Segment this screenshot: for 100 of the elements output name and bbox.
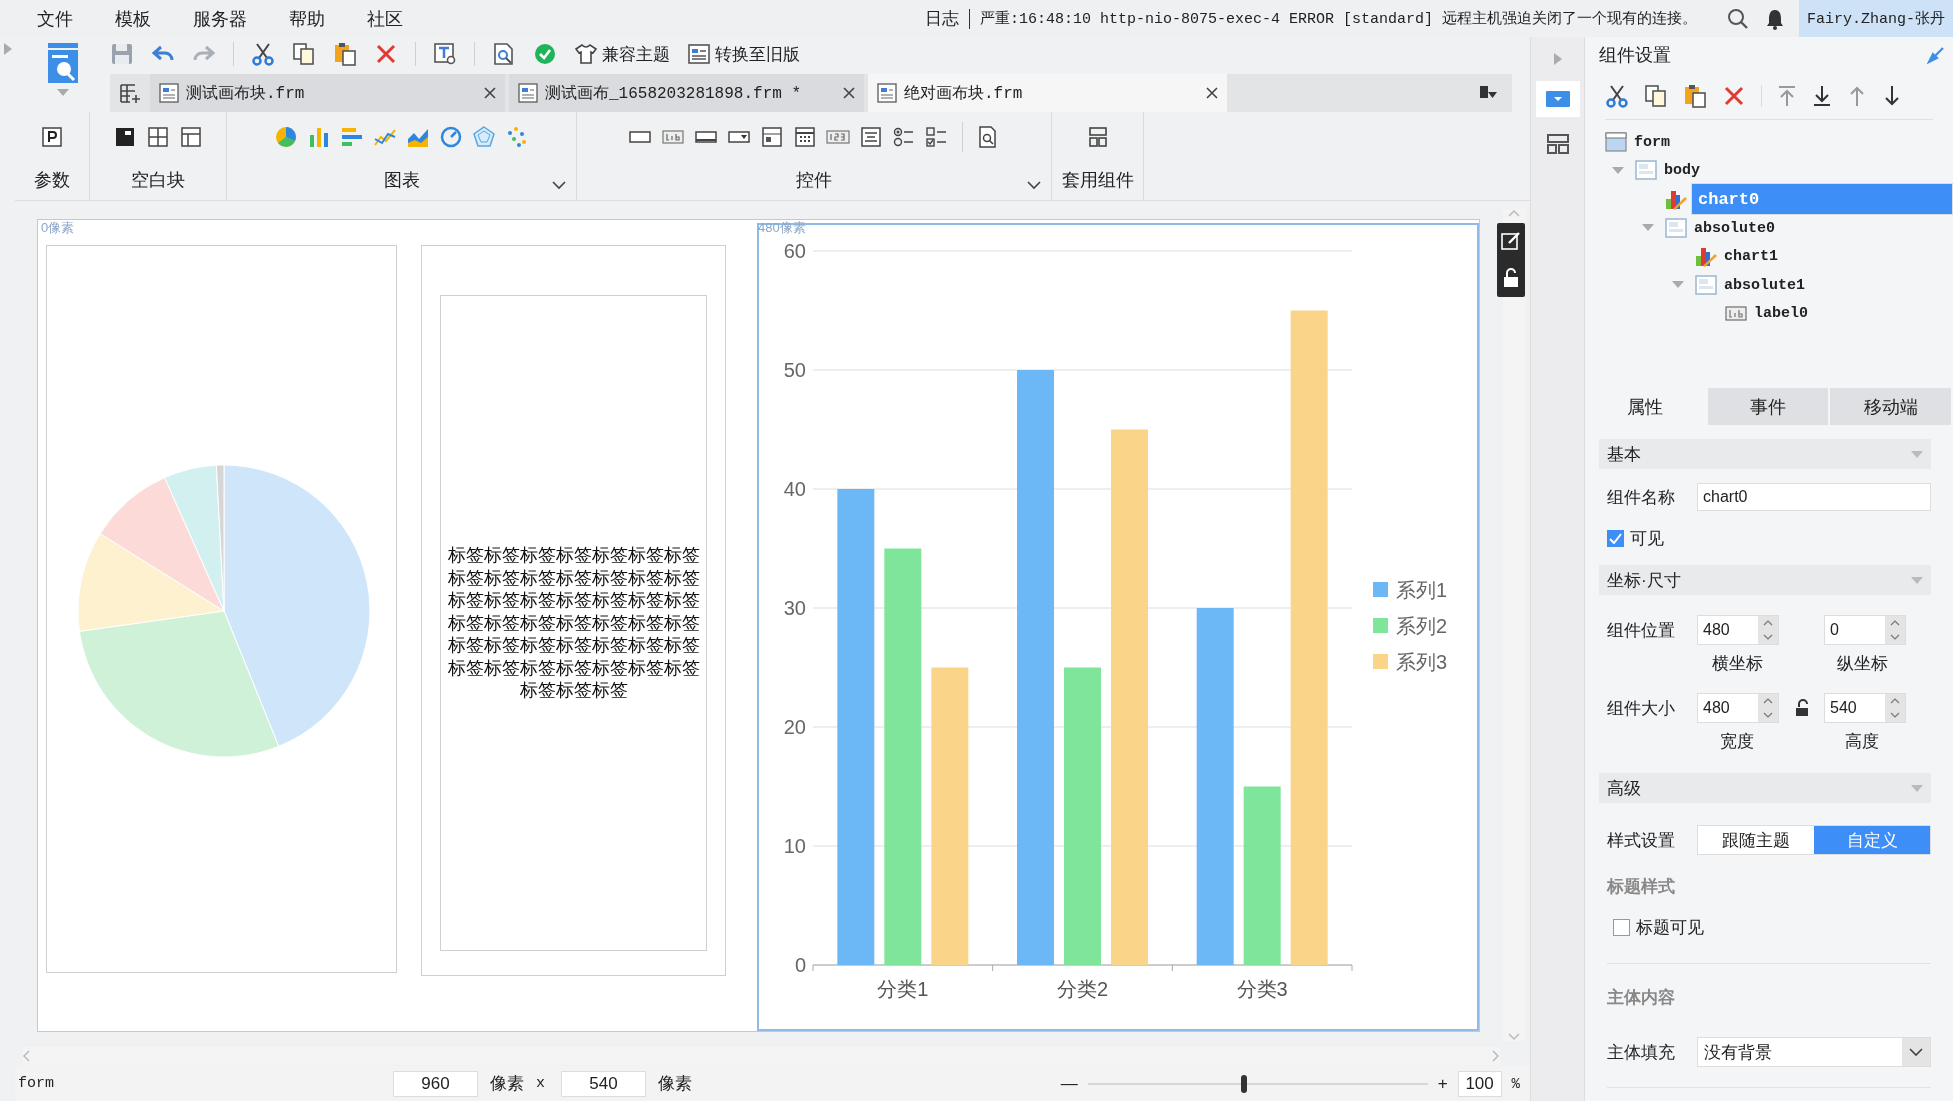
close-icon[interactable]: [483, 86, 497, 100]
label-frame[interactable]: 标签标签标签标签标签标签标签标签标签标签标签标签标签标签标签标签标签标签标签标签标签标签标签标签标签标签标签标签标签标签标签标签标签标签标签标签标签标签标签标签标签标签标签标签标签: [440, 294, 707, 951]
zoom-in-button[interactable]: +: [1437, 1073, 1448, 1094]
collapse-arrow-icon[interactable]: [1612, 166, 1624, 175]
checkbox-group-icon[interactable]: [925, 125, 949, 149]
log-button[interactable]: 日志: [924, 7, 959, 30]
expand-arrow-icon[interactable]: [1553, 53, 1562, 65]
spin-down-icon[interactable]: [1763, 634, 1773, 640]
new-tab-icon[interactable]: [119, 82, 141, 104]
x-field[interactable]: 480: [1697, 615, 1779, 645]
radio-group-icon[interactable]: [892, 125, 916, 149]
dropdown-caret-icon[interactable]: [56, 89, 69, 96]
paste-icon[interactable]: [333, 42, 357, 66]
width-field[interactable]: 960: [393, 1070, 478, 1097]
spin-up-icon[interactable]: [1763, 698, 1773, 704]
spin-down-icon[interactable]: [1890, 712, 1900, 718]
menu-item[interactable]: 文件: [37, 6, 73, 31]
chevron-down-icon[interactable]: [1027, 180, 1041, 190]
menu-item[interactable]: 帮助: [289, 6, 325, 31]
copy-icon[interactable]: [292, 42, 316, 66]
checkbox[interactable]: [1613, 919, 1630, 936]
delete-icon[interactable]: [374, 42, 398, 66]
pie-chart-icon[interactable]: [274, 125, 298, 149]
component-panel-icon[interactable]: [1545, 89, 1570, 109]
table-icon[interactable]: [179, 125, 203, 149]
tree-item[interactable]: absolute1: [1721, 275, 1808, 295]
vertical-scrollbar[interactable]: [1503, 208, 1525, 1041]
section-header[interactable]: 高级: [1599, 773, 1931, 803]
file-tab[interactable]: 测试画布块.frm: [150, 74, 505, 112]
menu-item[interactable]: 服务器: [193, 6, 247, 31]
tree-item[interactable]: absolute0: [1691, 218, 1778, 238]
lock-icon[interactable]: [1503, 268, 1519, 289]
bar-chart-icon[interactable]: [307, 125, 331, 149]
grid-icon[interactable]: [146, 125, 170, 149]
move-to-bottom-icon[interactable]: [1812, 85, 1832, 107]
layout-panel-icon[interactable]: [1545, 133, 1570, 155]
search-icon[interactable]: [1726, 7, 1749, 30]
edit-icon[interactable]: [1501, 231, 1521, 252]
cut-icon[interactable]: [1605, 84, 1629, 108]
collapse-arrow-icon[interactable]: [1672, 281, 1684, 290]
fill-dropdown[interactable]: 没有背景: [1697, 1037, 1931, 1067]
theme-button[interactable]: 兼容主题: [574, 42, 670, 66]
panel-tab[interactable]: 事件: [1707, 388, 1829, 425]
collapse-arrow-icon[interactable]: [1642, 224, 1654, 233]
delete-icon[interactable]: [1722, 84, 1746, 108]
tree-item[interactable]: body: [1661, 161, 1703, 181]
expand-arrow-icon[interactable]: [3, 43, 12, 55]
chevron-down-icon[interactable]: [552, 180, 566, 190]
move-down-icon[interactable]: [1882, 85, 1902, 107]
copy-icon[interactable]: [1644, 84, 1668, 108]
preview-icon[interactable]: [492, 42, 516, 66]
bell-icon[interactable]: [1764, 7, 1785, 30]
gauge-icon[interactable]: [439, 125, 463, 149]
date-field-icon[interactable]: [760, 125, 784, 149]
chevron-down-icon[interactable]: [1909, 1047, 1923, 1057]
container-frame[interactable]: 标签标签标签标签标签标签标签标签标签标签标签标签标签标签标签标签标签标签标签标签标签标签标签标签标签标签标签标签标签标签标签标签标签标签标签标签标签标签标签标签标签标签标签标签标签: [421, 244, 726, 976]
zoom-field[interactable]: 100: [1457, 1070, 1502, 1097]
radar-icon[interactable]: [472, 125, 496, 149]
move-to-top-icon[interactable]: [1777, 85, 1797, 107]
report-logo-icon[interactable]: [45, 43, 80, 83]
file-tab[interactable]: 测试画布_1658203281898.frm *: [509, 74, 864, 112]
pin-icon[interactable]: [1927, 46, 1945, 64]
list-icon[interactable]: [859, 125, 883, 149]
menu-item[interactable]: 社区: [367, 6, 403, 31]
user-name[interactable]: Fairy.Zhang-张丹: [1798, 0, 1953, 37]
tree-item[interactable]: form: [1631, 132, 1673, 152]
horizontal-bar-icon[interactable]: [340, 125, 364, 149]
unlock-icon[interactable]: [1794, 699, 1809, 717]
name-field[interactable]: chart0: [1697, 483, 1931, 511]
save-icon[interactable]: [110, 42, 134, 66]
zoom-out-button[interactable]: —: [1060, 1073, 1078, 1094]
cut-icon[interactable]: [251, 42, 275, 66]
scatter-icon[interactable]: [505, 125, 529, 149]
spin-up-icon[interactable]: [1890, 620, 1900, 626]
close-icon[interactable]: [1205, 86, 1219, 100]
block-icon[interactable]: [113, 125, 137, 149]
panel-tab[interactable]: 移动端: [1830, 388, 1951, 425]
calendar-icon[interactable]: [793, 125, 817, 149]
tree-item[interactable]: label0: [1751, 304, 1811, 324]
menu-item[interactable]: 模板: [115, 6, 151, 31]
section-header[interactable]: 坐标·尺寸: [1599, 565, 1931, 595]
parameter-icon[interactable]: [40, 125, 64, 149]
close-icon[interactable]: [842, 86, 856, 100]
convert-button[interactable]: 转换至旧版: [687, 42, 800, 66]
checkbox[interactable]: [1607, 529, 1624, 547]
text-search-icon[interactable]: [433, 42, 457, 66]
height-field[interactable]: 540: [561, 1070, 646, 1097]
spin-down-icon[interactable]: [1763, 712, 1773, 718]
section-header[interactable]: 基本: [1599, 439, 1931, 469]
slider-thumb[interactable]: [1241, 1074, 1248, 1093]
paste-icon[interactable]: [1683, 84, 1707, 108]
width-field[interactable]: 480: [1697, 693, 1779, 723]
tree-item[interactable]: chart1: [1721, 247, 1781, 267]
height-field[interactable]: 540: [1824, 693, 1906, 723]
spin-up-icon[interactable]: [1763, 620, 1773, 626]
spin-up-icon[interactable]: [1890, 698, 1900, 704]
spin-down-icon[interactable]: [1890, 634, 1900, 640]
style-option[interactable]: 跟随主题: [1698, 826, 1814, 854]
y-field[interactable]: 0: [1824, 615, 1906, 645]
file-tab[interactable]: 绝对画布块.frm: [868, 74, 1227, 112]
